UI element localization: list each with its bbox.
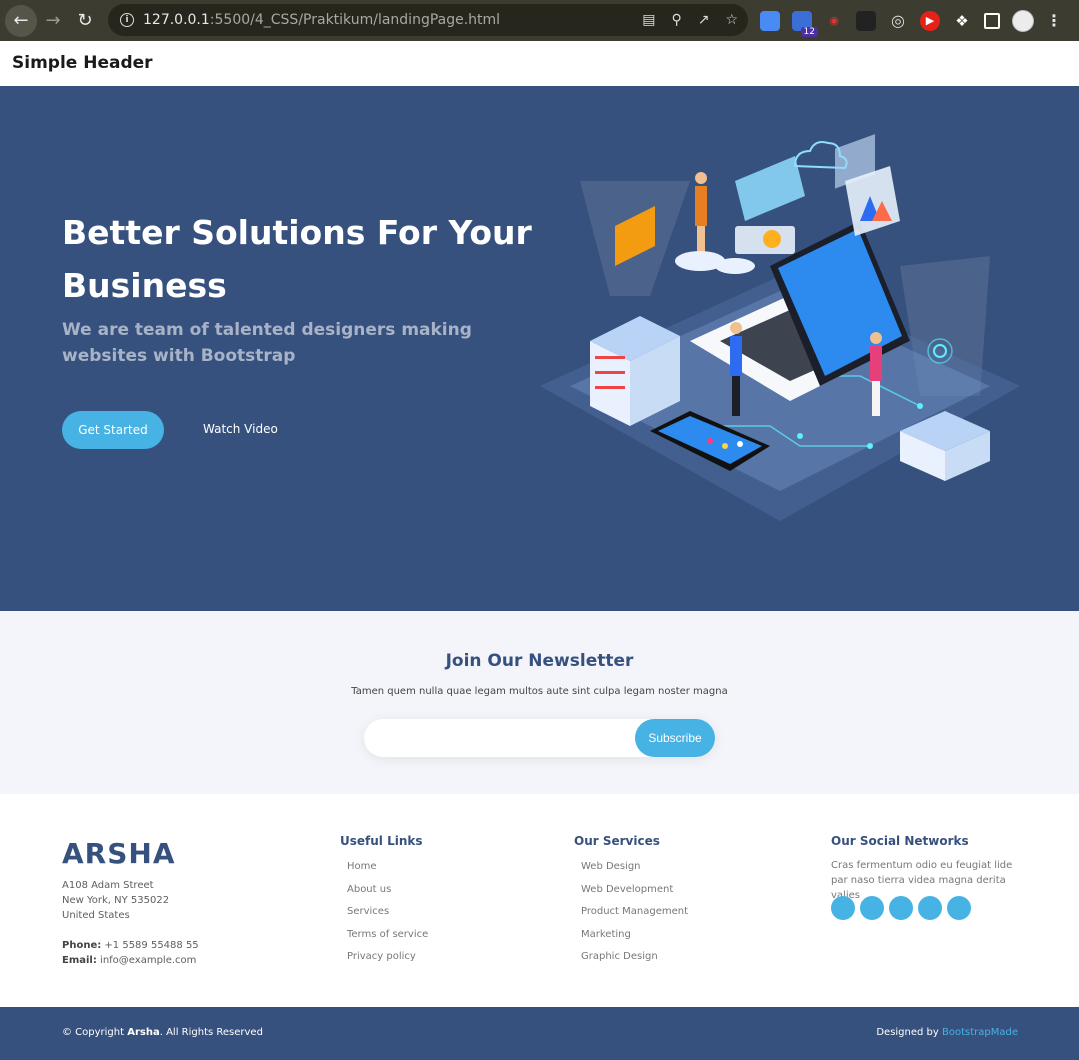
address-line: United States xyxy=(62,910,130,921)
share-icon[interactable]: ↗ xyxy=(698,12,710,28)
footer-bottom: © Copyright Arsha. All Rights Reserved D… xyxy=(0,1007,1079,1060)
address-line: New York, NY 535022 xyxy=(62,895,170,906)
linkedin-icon[interactable] xyxy=(947,896,971,920)
hero-section: Better Solutions For Your Business We ar… xyxy=(0,86,1079,611)
useful-links-title: Useful Links xyxy=(340,834,423,848)
address-line: A108 Adam Street xyxy=(62,880,154,891)
footer-service-product-management[interactable]: Product Management xyxy=(574,906,688,929)
our-services-title: Our Services xyxy=(574,834,660,848)
hero-title: Better Solutions For Your Business xyxy=(62,213,532,305)
credits: Designed by BootstrapMade xyxy=(876,1027,1018,1038)
url-text[interactable]: 127.0.0.1:5500/4_CSS/Praktikum/landingPa… xyxy=(143,12,500,28)
footer-link-about[interactable]: About us xyxy=(340,884,428,907)
footer-service-web-design[interactable]: Web Design xyxy=(574,861,688,884)
menu-kebab-icon[interactable]: ⋮ xyxy=(1046,11,1062,30)
extension-docs-icon[interactable] xyxy=(760,10,780,31)
header-title: Simple Header xyxy=(12,53,153,73)
browser-toolbar: ← → ↻ i 127.0.0.1:5500/4_CSS/Praktikum/l… xyxy=(0,0,1079,41)
url-path: :5500/4_CSS/Praktikum/landingPage.html xyxy=(209,12,501,28)
newsletter-title: Join Our Newsletter xyxy=(445,651,634,671)
extension-clapper-icon[interactable] xyxy=(856,10,876,31)
footer-service-marketing[interactable]: Marketing xyxy=(574,929,688,952)
services-list: Web Design Web Development Product Manag… xyxy=(574,861,688,974)
footer-address: A108 Adam Street New York, NY 535022 Uni… xyxy=(62,878,169,923)
social-networks-title: Our Social Networks xyxy=(831,834,969,848)
social-links xyxy=(831,896,971,920)
instagram-icon[interactable] xyxy=(889,896,913,920)
subscribe-button[interactable]: Subscribe xyxy=(635,719,715,757)
extension-target-icon[interactable]: ◎ xyxy=(888,11,908,31)
hero-illustration xyxy=(540,134,1020,521)
newsletter-text: Tamen quem nulla quae legam multos aute … xyxy=(351,686,728,697)
footer-link-services[interactable]: Services xyxy=(340,906,428,929)
newsletter-form: Subscribe xyxy=(364,719,715,757)
newsletter-email-input[interactable] xyxy=(378,725,628,751)
email-value: info@example.com xyxy=(100,955,197,966)
footer-brand: ARSHA xyxy=(62,837,176,870)
back-icon[interactable]: ← xyxy=(5,4,37,37)
extension-tabs-icon[interactable]: 12 xyxy=(792,10,818,37)
footer-link-privacy[interactable]: Privacy policy xyxy=(340,951,428,974)
copyright: © Copyright Arsha. All Rights Reserved xyxy=(62,1027,263,1038)
footer-link-home[interactable]: Home xyxy=(340,861,428,884)
footer-service-graphic-design[interactable]: Graphic Design xyxy=(574,951,688,974)
site-info-icon[interactable]: i xyxy=(120,13,134,27)
designed-by-label: Designed by xyxy=(876,1027,942,1038)
phone-value: +1 5589 55488 55 xyxy=(104,940,199,951)
footer-top: ARSHA A108 Adam Street New York, NY 5350… xyxy=(0,794,1079,1007)
copyright-brand: Arsha xyxy=(127,1027,160,1038)
phone-label: Phone: xyxy=(62,940,102,951)
extension-youtube-icon[interactable]: ▶ xyxy=(920,10,940,31)
footer-service-web-development[interactable]: Web Development xyxy=(574,884,688,907)
designer-link[interactable]: BootstrapMade xyxy=(942,1027,1018,1038)
zoom-icon[interactable]: ⚲ xyxy=(671,12,681,28)
footer-link-terms[interactable]: Terms of service xyxy=(340,929,428,952)
copyright-suffix: . All Rights Reserved xyxy=(159,1027,263,1038)
forward-icon[interactable]: → xyxy=(37,5,69,37)
bookmark-star-icon[interactable]: ☆ xyxy=(725,12,738,28)
url-host: 127.0.0.1 xyxy=(143,12,210,28)
get-started-button[interactable]: Get Started xyxy=(62,411,164,449)
facebook-icon[interactable] xyxy=(860,896,884,920)
profile-avatar[interactable] xyxy=(1012,9,1034,32)
skype-icon[interactable] xyxy=(918,896,942,920)
reload-icon[interactable]: ↻ xyxy=(69,5,101,37)
extension-eye-icon[interactable]: ◉ xyxy=(824,11,844,31)
newsletter-section: Join Our Newsletter Tamen quem nulla qua… xyxy=(0,611,1079,794)
watch-video-link[interactable]: Watch Video xyxy=(203,422,278,436)
useful-links-list: Home About us Services Terms of service … xyxy=(340,861,428,974)
extension-badge: 12 xyxy=(800,26,818,37)
twitter-icon[interactable] xyxy=(831,896,855,920)
hero-subtitle: We are team of talented designers making… xyxy=(62,320,472,366)
site-header: Simple Header xyxy=(0,41,1079,86)
extensions-puzzle-icon[interactable]: ❖ xyxy=(952,11,972,31)
side-panel-icon[interactable] xyxy=(984,12,1000,29)
address-bar[interactable]: i 127.0.0.1:5500/4_CSS/Praktikum/landing… xyxy=(108,4,748,36)
footer-contact: Phone: +1 5589 55488 55 Email: info@exam… xyxy=(62,938,199,968)
translate-icon[interactable]: ▤ xyxy=(642,12,655,28)
email-label: Email: xyxy=(62,955,97,966)
copyright-prefix: © Copyright xyxy=(62,1027,128,1038)
